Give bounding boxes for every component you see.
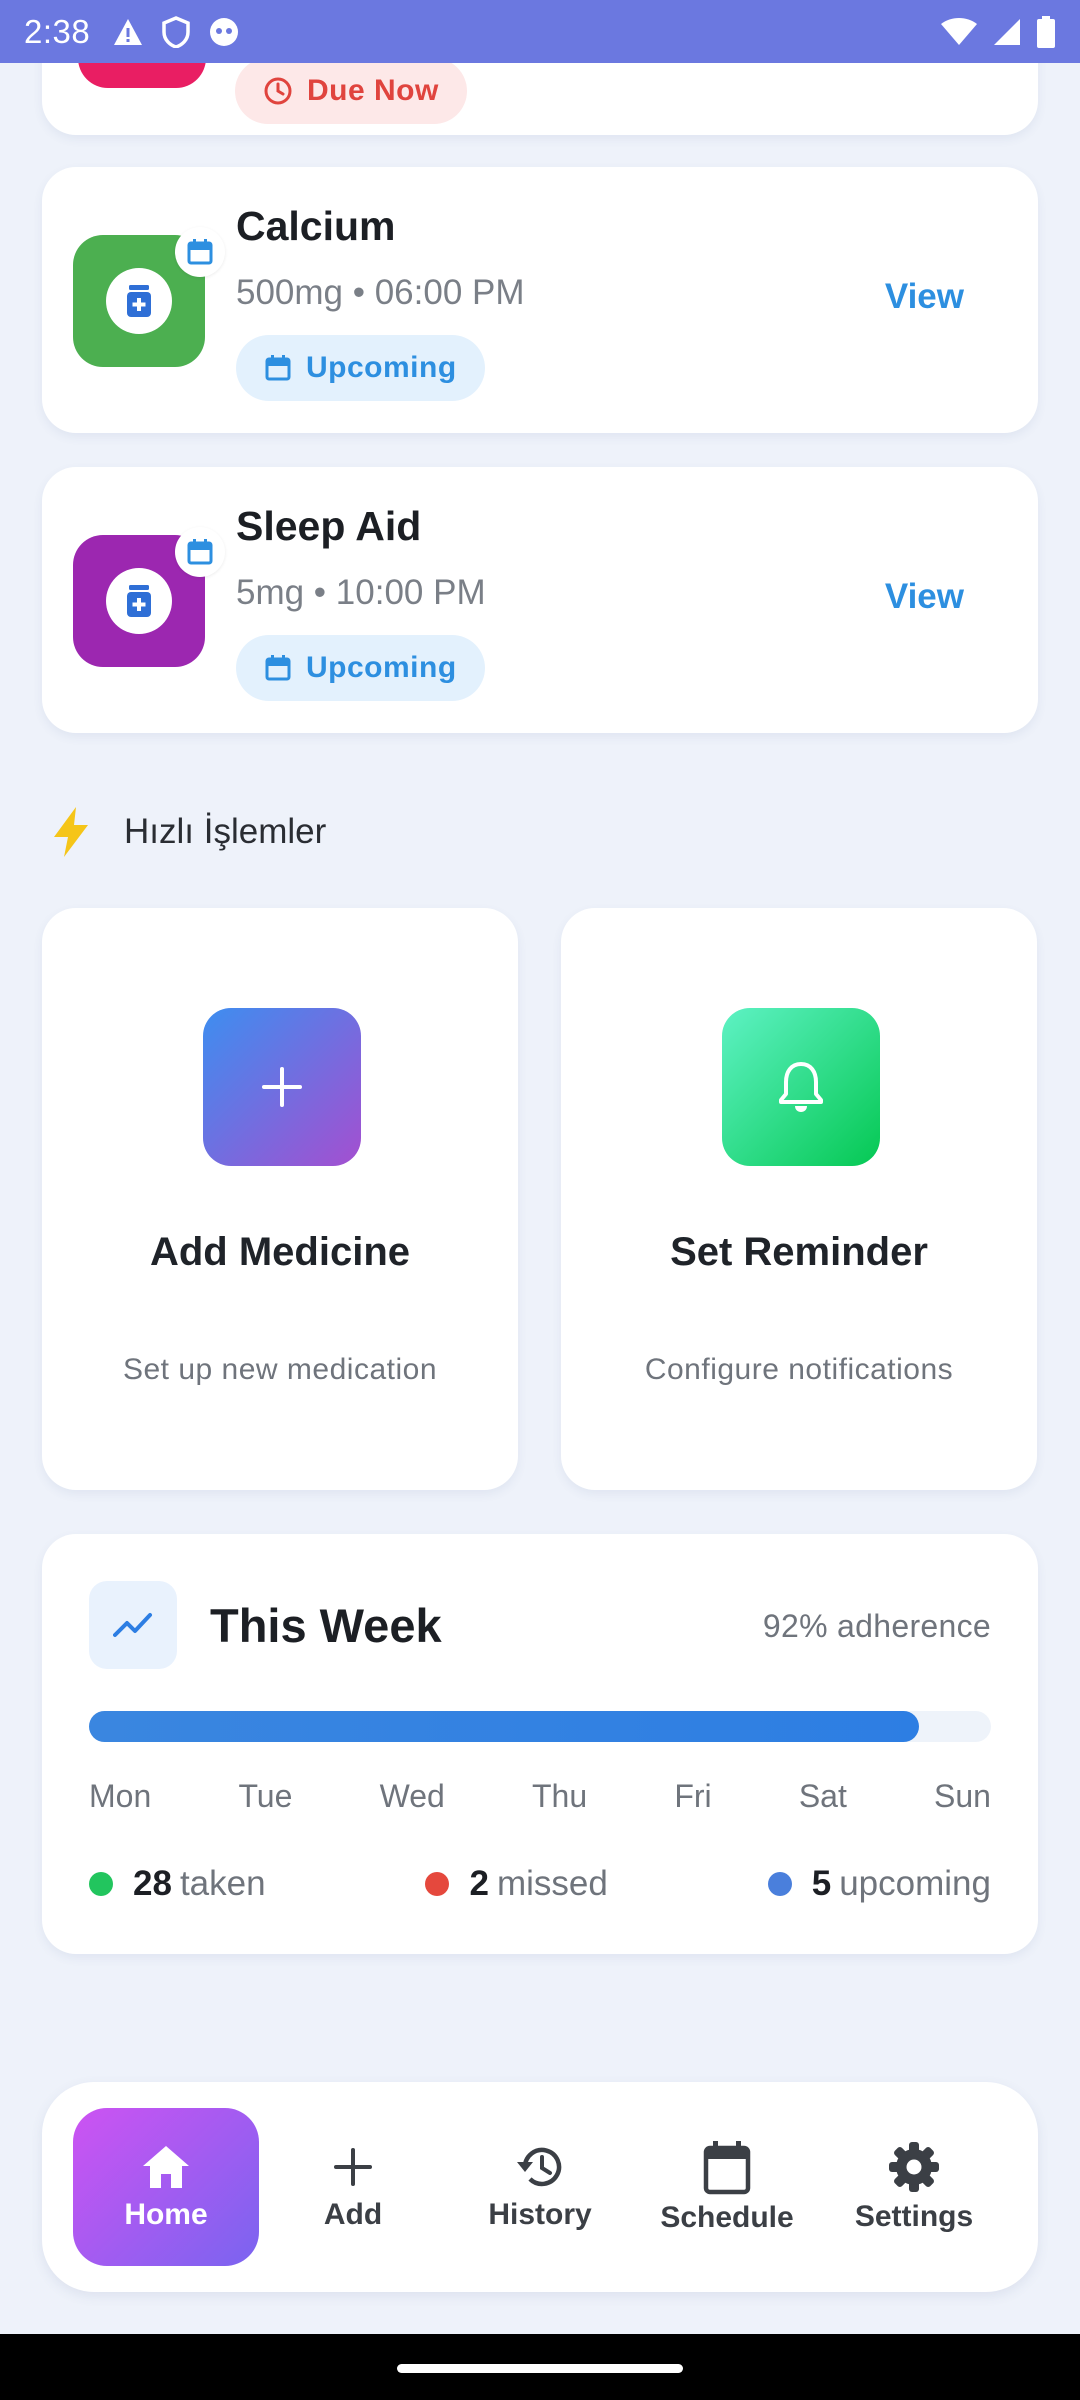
medicine-dose-time: 500mg • 06:00 PM bbox=[236, 273, 525, 312]
day-label: Mon bbox=[89, 1778, 152, 1814]
medicine-icon-tile bbox=[73, 527, 225, 667]
clock-icon bbox=[264, 77, 292, 105]
stat-missed: 2 missed bbox=[425, 1864, 608, 1904]
set-reminder-card[interactable]: Set Reminder Configure notifications bbox=[561, 908, 1037, 1490]
calendar-icon bbox=[703, 2141, 751, 2195]
nav-label: Add bbox=[323, 2198, 383, 2231]
day-label: Sat bbox=[798, 1778, 847, 1814]
status-badge-upcoming: Upcoming bbox=[236, 335, 485, 401]
medicine-icon-tile bbox=[73, 227, 225, 367]
nav-item-add[interactable]: Add bbox=[260, 2108, 446, 2266]
nav-item-settings[interactable]: Settings bbox=[821, 2108, 1007, 2266]
weekday-labels: Mon Tue Wed Thu Fri Sat Sun bbox=[89, 1778, 991, 1815]
nav-item-home[interactable]: Home bbox=[73, 2108, 259, 2266]
nav-label: Settings bbox=[854, 2200, 974, 2233]
day-label: Sun bbox=[934, 1778, 991, 1814]
action-subtitle: Set up new medication bbox=[122, 1353, 437, 1386]
warning-icon bbox=[114, 18, 143, 45]
set-reminder-tile bbox=[722, 1008, 880, 1166]
nav-label: History bbox=[488, 2198, 592, 2231]
day-label: Tue bbox=[238, 1778, 293, 1814]
nav-item-schedule[interactable]: Schedule bbox=[634, 2108, 820, 2266]
status-badge-label: Due Now bbox=[307, 74, 439, 107]
plus-icon bbox=[334, 2148, 372, 2186]
view-button[interactable]: View bbox=[885, 277, 964, 317]
medicine-name: Calcium bbox=[236, 203, 396, 249]
quick-actions-heading: Hızlı İşlemler bbox=[46, 805, 326, 859]
nav-item-history[interactable]: History bbox=[447, 2108, 633, 2266]
trending-up-icon bbox=[113, 1613, 152, 1637]
stat-count: 2 bbox=[469, 1864, 489, 1903]
action-subtitle: Configure notifications bbox=[644, 1353, 954, 1386]
medicine-card-calcium[interactable]: Calcium 500mg • 06:00 PM Upcoming View bbox=[42, 167, 1038, 433]
system-navigation-bar bbox=[0, 2334, 1080, 2400]
status-badge-label: Upcoming bbox=[306, 351, 457, 384]
status-time: 2:38 bbox=[24, 12, 91, 50]
signal-icon bbox=[994, 18, 1020, 45]
stat-count: 28 bbox=[133, 1864, 172, 1903]
view-button[interactable]: View bbox=[885, 577, 964, 617]
pill-bottle-icon bbox=[127, 285, 151, 317]
stat-dot bbox=[89, 1872, 113, 1896]
lightning-icon bbox=[54, 807, 88, 857]
bell-icon bbox=[779, 1062, 823, 1112]
stat-label: taken bbox=[179, 1864, 266, 1903]
nav-label: Home bbox=[124, 2198, 208, 2231]
nav-label: Schedule bbox=[660, 2201, 794, 2234]
stat-dot bbox=[767, 1872, 792, 1896]
status-badge-upcoming: Upcoming bbox=[236, 635, 485, 701]
adherence-progress-fill bbox=[89, 1711, 919, 1742]
day-label: Fri bbox=[674, 1778, 712, 1814]
bottom-navigation: Home Add History Schedule Settings bbox=[42, 2082, 1038, 2292]
gear-icon bbox=[889, 2142, 939, 2192]
stat-label: missed bbox=[496, 1864, 608, 1903]
battery-icon bbox=[1037, 15, 1055, 48]
status-badge-due: Due Now bbox=[235, 58, 467, 124]
weekly-summary-title: This Week bbox=[210, 1599, 442, 1652]
shield-icon bbox=[162, 15, 190, 48]
action-title: Set Reminder bbox=[670, 1230, 928, 1274]
pill-bottle-icon bbox=[127, 585, 151, 617]
calendar-icon bbox=[265, 355, 291, 381]
home-icon bbox=[143, 2146, 189, 2188]
status-badge-label: Upcoming bbox=[306, 651, 457, 684]
adherence-text: 92% adherence bbox=[762, 1608, 991, 1644]
medicine-name: Sleep Aid bbox=[236, 503, 422, 549]
section-title: Hızlı İşlemler bbox=[124, 812, 327, 851]
medicine-dose-time: 5mg • 10:00 PM bbox=[236, 573, 486, 612]
status-bar: 2:38 bbox=[0, 0, 1080, 63]
app-notification-icon bbox=[210, 17, 239, 46]
wifi-icon bbox=[941, 17, 977, 45]
add-medicine-tile bbox=[203, 1008, 361, 1166]
history-icon bbox=[517, 2147, 562, 2187]
home-gesture-handle[interactable] bbox=[397, 2364, 683, 2373]
calendar-icon bbox=[187, 539, 213, 565]
stat-dot bbox=[425, 1872, 450, 1896]
day-label: Wed bbox=[379, 1778, 445, 1814]
weekly-summary-card: This Week 92% adherence Mon Tue Wed Thu … bbox=[42, 1534, 1038, 1954]
stat-count: 5 bbox=[811, 1864, 832, 1903]
day-label: Thu bbox=[531, 1778, 588, 1814]
stat-label: upcoming bbox=[839, 1864, 991, 1903]
adherence-progress-bar bbox=[89, 1711, 991, 1742]
weekly-stats: 28 taken 2 missed 5 upcoming bbox=[89, 1864, 991, 1904]
stat-taken: 28 taken bbox=[89, 1864, 266, 1904]
plus-icon bbox=[262, 1067, 302, 1107]
medicine-card-sleep-aid[interactable]: Sleep Aid 5mg • 10:00 PM Upcoming View bbox=[42, 467, 1038, 733]
calendar-icon bbox=[187, 239, 213, 265]
action-title: Add Medicine bbox=[149, 1230, 411, 1274]
calendar-icon bbox=[265, 655, 291, 681]
stat-upcoming: 5 upcoming bbox=[767, 1864, 991, 1904]
trend-icon-tile bbox=[89, 1581, 177, 1669]
add-medicine-card[interactable]: Add Medicine Set up new medication bbox=[42, 908, 518, 1490]
